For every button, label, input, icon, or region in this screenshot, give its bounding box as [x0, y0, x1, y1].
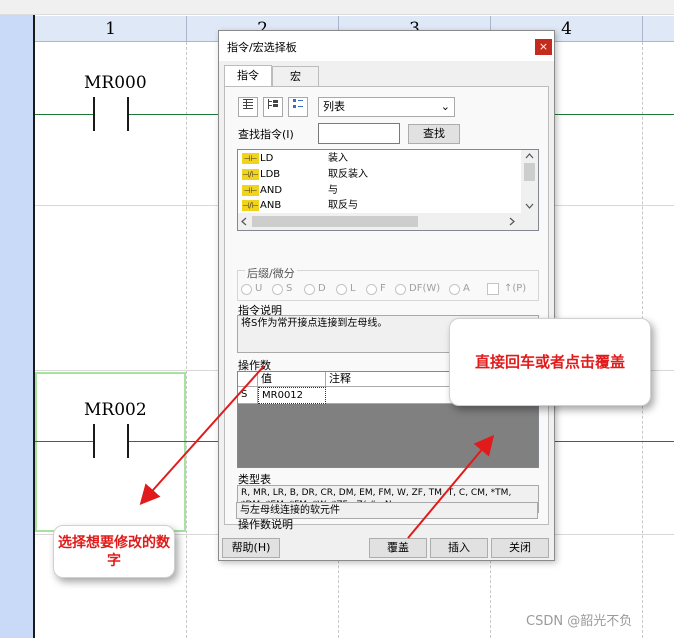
contact-nc-icon: ⊣/⊢ — [242, 200, 259, 211]
radio-a[interactable] — [449, 284, 460, 295]
search-input[interactable] — [318, 123, 400, 144]
rising-edge-checkbox[interactable] — [487, 283, 499, 295]
chevron-down-icon: ⌄ — [440, 100, 450, 113]
radio-label-dfw: DF(W) — [409, 283, 441, 294]
instruction-list: ⊣⊢ LD 装入 ⊣/⊢ LDB 取反装入 ⊣⊢ AND 与 ⊣/⊢ ANB 取… — [237, 149, 539, 231]
instruction-name: LD — [260, 153, 274, 164]
contact-left-bar[interactable] — [93, 424, 95, 458]
contact-nc-icon: ⊣/⊢ — [242, 169, 259, 180]
column-header-overflow — [643, 16, 674, 42]
instruction-name: LDB — [260, 169, 281, 180]
list-horizontal-scrollbar[interactable] — [238, 213, 538, 230]
contact-label-mr000[interactable]: MR000 — [84, 73, 147, 93]
radio-label-d: D — [318, 283, 326, 294]
close-button[interactable]: 关闭 — [491, 538, 549, 558]
editor-top-strip — [0, 0, 674, 15]
dialog-titlebar[interactable]: 指令/宏选择板 × — [219, 31, 554, 61]
search-button[interactable]: 查找 — [408, 124, 460, 144]
instruction-desc: 取反与 — [328, 200, 358, 211]
help-button[interactable]: 帮助(H) — [222, 538, 280, 558]
watermark: CSDN @韶光不负 — [526, 614, 633, 629]
close-icon[interactable]: × — [535, 39, 552, 55]
radio-label-s: S — [286, 283, 293, 294]
list-vertical-scrollbar[interactable] — [521, 150, 538, 214]
rising-edge-label: ↑(P) — [504, 283, 527, 294]
list-view-icon[interactable] — [238, 97, 258, 117]
instruction-desc: 装入 — [328, 153, 348, 164]
operand-desc-text: 与左母线连接的软元件 — [236, 502, 538, 519]
list-item[interactable]: ⊣/⊢ ANB 取反与 — [238, 197, 522, 212]
rung-wire — [555, 114, 674, 115]
dialog-title: 指令/宏选择板 — [227, 41, 297, 54]
list-item[interactable]: ⊣/⊢ LDB 取反装入 — [238, 166, 522, 183]
grid-corner — [238, 372, 258, 387]
overwrite-button[interactable]: 覆盖 — [369, 538, 427, 558]
radio-l[interactable] — [336, 284, 347, 295]
callout-select-hint: 选择想要修改的数字 — [53, 525, 175, 578]
tab-macro[interactable]: 宏 — [272, 66, 319, 87]
radio-s[interactable] — [272, 284, 283, 295]
search-label: 查找指令(I) — [238, 128, 294, 141]
radio-label-u: U — [255, 283, 263, 294]
tab-panel: 列表 ⌄ 查找指令(I) 查找 ⊣⊢ LD 装入 ⊣/⊢ LDB 取反装入 ⊣⊢… — [224, 86, 549, 531]
contact-no-icon: ⊣⊢ — [242, 153, 259, 164]
instruction-macro-dialog: 指令/宏选择板 × 宏 指令 列表 ⌄ 查找指令(I) 查找 ⊣⊢ LD 装入 — [218, 30, 555, 561]
grid-divider — [186, 42, 187, 638]
radio-f[interactable] — [366, 284, 377, 295]
operand-name: S — [238, 387, 258, 404]
left-bus-line — [33, 15, 35, 638]
column-header-1[interactable]: 1 — [35, 16, 187, 42]
row-number-rail[interactable] — [0, 15, 33, 638]
radio-u[interactable] — [241, 284, 252, 295]
list-item[interactable]: ⊣⊢ LD 装入 — [238, 150, 522, 167]
suffix-group-label: 后缀/微分 — [245, 265, 297, 281]
radio-label-l: L — [350, 283, 356, 294]
instruction-name: ANB — [260, 200, 282, 211]
radio-label-a: A — [463, 283, 470, 294]
callout-overwrite-hint: 直接回车或者点击覆盖 — [449, 318, 651, 406]
radio-label-f: F — [380, 283, 386, 294]
contact-left-bar[interactable] — [93, 97, 95, 131]
tab-instruction[interactable]: 指令 — [224, 65, 272, 87]
view-mode-value: 列表 — [323, 100, 345, 113]
insert-button[interactable]: 插入 — [430, 538, 488, 558]
selected-cell[interactable] — [35, 372, 186, 532]
contact-no-icon: ⊣⊢ — [242, 185, 259, 196]
view-mode-select[interactable]: 列表 ⌄ — [318, 97, 455, 117]
rung-wire — [555, 441, 674, 442]
detail-view-icon[interactable] — [288, 97, 308, 117]
rung-wire — [35, 114, 94, 115]
column-header-value[interactable]: 值 — [258, 372, 326, 387]
rung-wire — [129, 114, 219, 115]
contact-label-mr002[interactable]: MR002 — [84, 400, 147, 420]
operand-value-cell[interactable]: MR0012 — [258, 387, 326, 404]
rung-wire — [129, 441, 219, 442]
rung-wire — [35, 441, 94, 442]
tree-view-icon[interactable] — [263, 97, 283, 117]
instruction-desc: 取反装入 — [328, 169, 368, 180]
radio-dfw[interactable] — [395, 284, 406, 295]
radio-d[interactable] — [304, 284, 315, 295]
